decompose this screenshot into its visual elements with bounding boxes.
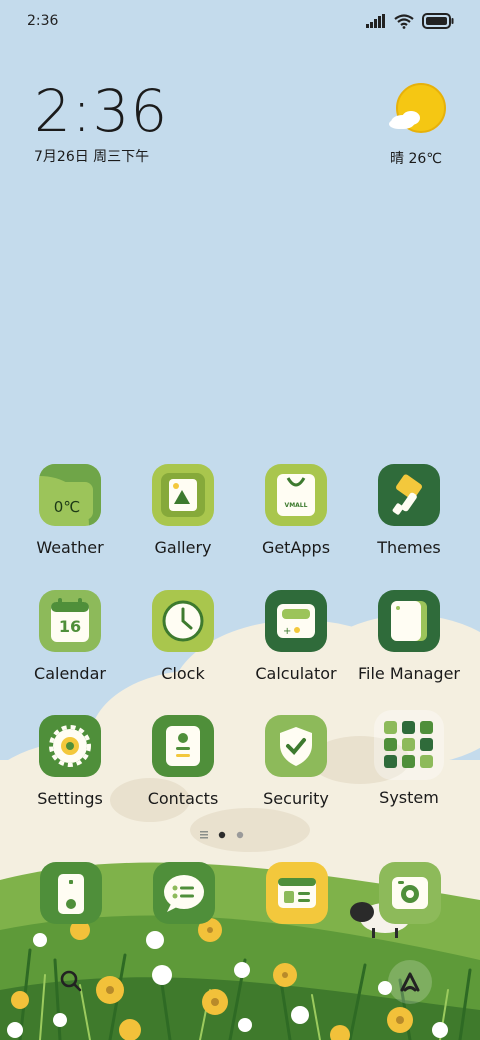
messages-icon bbox=[164, 875, 204, 912]
app-weather[interactable]: 0℃ Weather bbox=[10, 464, 130, 557]
gallery-icon bbox=[152, 464, 214, 526]
app-label: Settings bbox=[37, 789, 103, 808]
getapps-icon-text: VMALL bbox=[284, 502, 308, 509]
phone-icon bbox=[58, 874, 84, 914]
weather-text: 晴 26℃ bbox=[390, 151, 442, 167]
status-time: 2:36 bbox=[27, 13, 59, 29]
app-system-folder[interactable]: System bbox=[349, 710, 469, 807]
contacts-icon bbox=[152, 715, 214, 777]
app-label: System bbox=[379, 788, 439, 807]
app-label: Calculator bbox=[255, 664, 337, 683]
file-manager-icon bbox=[378, 590, 440, 652]
app-themes[interactable]: Themes bbox=[349, 464, 469, 557]
app-label: Clock bbox=[161, 664, 205, 683]
status-bar: 2:36 bbox=[0, 0, 480, 44]
app-label: Contacts bbox=[147, 789, 219, 808]
status-icons bbox=[366, 12, 454, 30]
app-settings[interactable]: Settings bbox=[10, 715, 130, 808]
wifi-icon bbox=[394, 13, 414, 29]
assistant-icon bbox=[400, 972, 420, 992]
search-icon[interactable] bbox=[52, 962, 92, 1002]
widget-time: 2:36 bbox=[34, 77, 169, 145]
system-folder-icon bbox=[374, 710, 444, 780]
app-calendar[interactable]: 16 Calendar bbox=[10, 590, 130, 683]
clock-widget[interactable]: 2:36 7月26日 周三下午 bbox=[34, 78, 168, 166]
assistant-button[interactable] bbox=[388, 960, 432, 1004]
app-calculator[interactable]: + Calculator bbox=[236, 590, 356, 683]
sunny-cloud-icon bbox=[389, 83, 446, 133]
page-indicator[interactable] bbox=[200, 828, 250, 842]
calendar-icon: 16 bbox=[39, 590, 101, 652]
camera-icon bbox=[392, 877, 428, 909]
app-label: Themes bbox=[377, 538, 441, 557]
browser-icon bbox=[278, 878, 316, 908]
settings-icon bbox=[39, 715, 101, 777]
dock-browser[interactable] bbox=[266, 862, 328, 924]
app-getapps[interactable]: VMALL GetApps bbox=[236, 464, 356, 557]
app-label: Weather bbox=[36, 538, 104, 557]
weather-icon-temp: 0℃ bbox=[53, 498, 81, 516]
signal-icon bbox=[366, 14, 385, 28]
widget-date: 7月26日 周三下午 bbox=[34, 149, 150, 165]
calendar-icon-date: 16 bbox=[58, 617, 82, 636]
app-label: Security bbox=[263, 789, 329, 808]
app-file-manager[interactable]: File Manager bbox=[349, 590, 469, 683]
app-label: GetApps bbox=[261, 538, 331, 557]
battery-icon bbox=[422, 13, 454, 29]
dock-camera[interactable] bbox=[379, 862, 441, 924]
dock-messages[interactable] bbox=[153, 862, 215, 924]
dock-phone[interactable] bbox=[40, 862, 102, 924]
app-clock[interactable]: Clock bbox=[123, 590, 243, 683]
clock-icon bbox=[152, 590, 214, 652]
home-screen: 2:36 2:36 7月26日 周三下午 晴 26℃ 0℃ Weather Ga… bbox=[0, 0, 480, 1040]
themes-icon bbox=[378, 464, 440, 526]
svg-text:+: + bbox=[283, 626, 291, 637]
weather-icon: 0℃ bbox=[39, 464, 101, 526]
app-label: File Manager bbox=[358, 664, 460, 683]
app-contacts[interactable]: Contacts bbox=[123, 715, 243, 808]
app-label: Calendar bbox=[34, 664, 106, 683]
app-security[interactable]: Security bbox=[236, 715, 356, 808]
getapps-icon: VMALL bbox=[265, 464, 327, 526]
calculator-icon: + bbox=[265, 590, 327, 652]
app-label: Gallery bbox=[154, 538, 212, 557]
weather-widget[interactable]: 晴 26℃ bbox=[380, 82, 452, 168]
app-gallery[interactable]: Gallery bbox=[123, 464, 243, 557]
security-icon bbox=[265, 715, 327, 777]
